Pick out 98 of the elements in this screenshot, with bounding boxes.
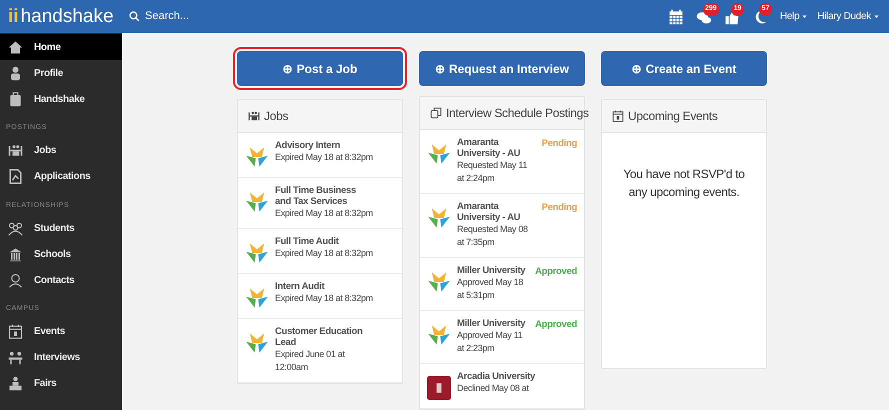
item-label: Jobs	[34, 144, 56, 158]
list-item[interactable]: Intern Audit Expired May 18 at 8:32pm	[238, 274, 402, 319]
caret-icon	[874, 14, 879, 19]
logo-mark: ii	[8, 7, 19, 26]
calendar-icon	[612, 110, 624, 122]
item-title: Amaranta University - AU	[457, 137, 522, 159]
caret-icon	[802, 14, 808, 19]
empty-message: You have not RSVP'd to any upcoming events.	[622, 166, 746, 201]
dropdown-menu[interactable]: Help	[780, 9, 808, 24]
search-field[interactable]: Search...	[145, 8, 345, 25]
item-detail: Expired May 18 at 8:32pm	[275, 207, 373, 220]
item-label: Applications	[34, 170, 90, 184]
item-title: Full Time Business and Tax Services	[275, 185, 358, 207]
copy-icon	[430, 107, 442, 119]
action-button[interactable]: ⊕ Request an Interview	[419, 51, 585, 86]
sidebar-item[interactable]: Home	[0, 34, 122, 60]
list-item[interactable]: Amaranta University - AU Requested May 11 at 2:24pm Pending	[420, 130, 584, 194]
menu-label: Help	[780, 10, 800, 24]
star-logo-icon	[245, 241, 269, 265]
item-label: Handshake	[34, 92, 85, 106]
logo-text: handshake	[20, 7, 114, 26]
columned-building-icon	[8, 246, 23, 262]
item-detail: Requested May 11 at 2:24pm	[457, 159, 528, 185]
document-icon	[8, 169, 23, 184]
list-item[interactable]: Full Time Business and Tax Services Expired May 18 at 8:32pm	[238, 178, 402, 229]
star-logo-icon	[427, 142, 451, 166]
list-item[interactable]: Advisory Intern Expired May 18 at 8:32pm	[238, 133, 402, 178]
person-at-booth-icon	[8, 376, 23, 391]
sidebar-item[interactable]: Handshake	[0, 86, 122, 112]
item-title: Full Time Audit	[275, 236, 340, 247]
item-label: Fairs	[34, 377, 56, 391]
star-logo-icon	[427, 270, 451, 294]
item-detail: Expired May 18 at 8:32pm	[275, 151, 373, 164]
item-detail: Expired June 01 at 12:00am	[275, 348, 346, 374]
sidebar-item[interactable]: Events	[0, 318, 122, 344]
sidebar-item[interactable]: Interviews	[0, 344, 122, 370]
star-logo-icon	[245, 190, 269, 214]
item-title: Arcadia University	[457, 371, 536, 382]
status-label: Approved	[535, 265, 577, 279]
house-icon	[8, 40, 23, 54]
list-item[interactable]: Miller University Approved May 11 at 2:23pm Approved	[420, 311, 584, 364]
action-button[interactable]: ⊕ Create an Event	[601, 51, 767, 86]
sidebar-item[interactable]: Applications	[0, 164, 122, 190]
star-logo-icon	[245, 145, 269, 169]
item-detail: Approved May 18 at 5:31pm	[457, 276, 524, 302]
item-label: Interviews	[34, 351, 80, 365]
interview-desk-icon	[8, 350, 23, 365]
item-detail: Expired May 18 at 8:32pm	[275, 292, 373, 305]
menu-label: Hilary Dudek	[817, 10, 871, 24]
list-item[interactable]: Full Time Audit Expired May 18 at 8:32pm	[238, 229, 402, 274]
item-label: Home	[34, 40, 61, 54]
item-label: Contacts	[34, 274, 74, 288]
item-detail: Declined May 08 at	[457, 382, 530, 395]
item-label: Profile	[34, 66, 64, 80]
card-title: Upcoming Events	[628, 108, 718, 125]
list-item[interactable]: Arcadia University Declined May 08 at	[420, 364, 584, 409]
sidebar-item[interactable]: Fairs	[0, 370, 122, 396]
search-icon	[129, 11, 140, 22]
status-label: Pending	[542, 137, 577, 151]
item-detail: Approved May 11 at 2:23pm	[457, 329, 524, 355]
star-logo-icon	[427, 206, 451, 230]
star-logo-icon	[427, 323, 451, 347]
item-title: Miller University	[457, 318, 526, 329]
person-icon	[8, 66, 23, 80]
briefcase-icon	[8, 92, 23, 106]
sidebar-item[interactable]: Contacts	[0, 267, 122, 293]
item-label: Students	[34, 222, 74, 236]
item-detail: Expired May 18 at 8:32pm	[275, 247, 373, 260]
star-logo-icon	[245, 286, 269, 310]
calendar-icon[interactable]	[668, 8, 684, 24]
status-label: Approved	[535, 318, 577, 332]
list-item[interactable]: Amaranta University - AU Requested May 08 at 7:35pm Pending	[420, 194, 584, 258]
sidebar-item[interactable]: Profile	[0, 60, 122, 86]
dropdown-menu[interactable]: Hilary Dudek	[817, 9, 879, 24]
sidebar-item[interactable]: Schools	[0, 241, 122, 267]
list-item[interactable]: Miller University Approved May 18 at 5:31pm Approved	[420, 258, 584, 311]
people-at-desk-icon	[248, 110, 260, 122]
item-title: Amaranta University - AU	[457, 201, 522, 223]
crest-logo-icon	[427, 376, 451, 400]
item-title: Intern Audit	[275, 281, 326, 292]
item-detail: Requested May 08 at 7:35pm	[457, 223, 529, 249]
status-label: Pending	[542, 201, 577, 215]
item-title: Advisory Intern	[275, 140, 342, 151]
item-label: Events	[34, 325, 65, 339]
action-button[interactable]: ⊕ Post a Job	[237, 51, 403, 86]
calendar-icon	[8, 324, 23, 339]
group-icon	[8, 220, 23, 236]
people-at-desk-icon	[8, 143, 23, 158]
person-outline-icon	[8, 272, 23, 288]
item-title: Miller University	[457, 265, 526, 276]
list-item[interactable]: Customer Education Lead Expired June 01 at 12:00am	[238, 319, 402, 383]
card-title: Interview Schedule Postings	[446, 105, 589, 122]
sidebar-item[interactable]: Students	[0, 215, 122, 241]
card-title: Jobs	[264, 108, 288, 125]
item-label: Schools	[34, 248, 71, 262]
item-title: Customer Education Lead	[275, 326, 364, 348]
sidebar-item[interactable]: Jobs	[0, 138, 122, 164]
star-logo-icon	[245, 331, 269, 355]
